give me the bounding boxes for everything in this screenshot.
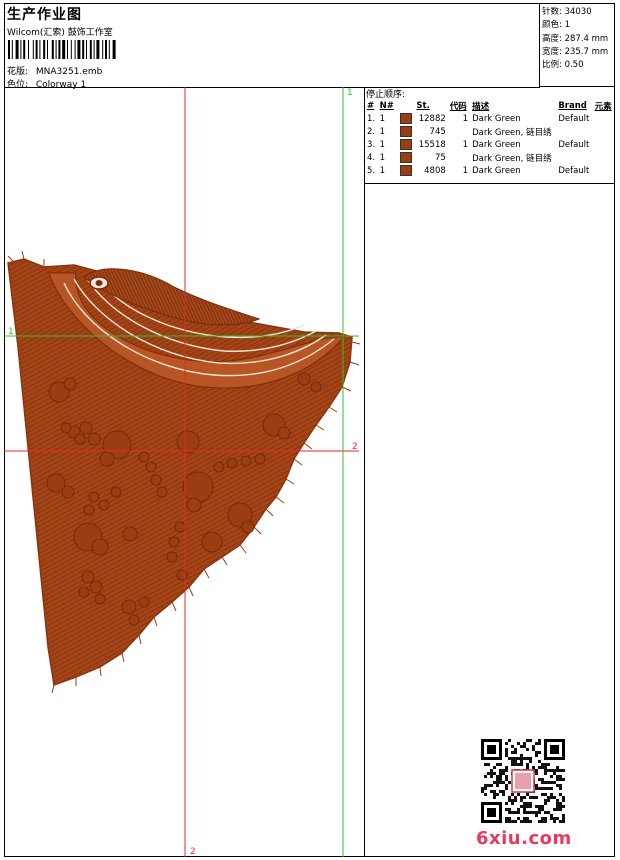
stats-panel: 针数: 34030 颜色: 1 高度: 287.4 mm 宽度: 235.7 m… xyxy=(539,3,615,87)
swatch-cell xyxy=(398,164,415,177)
sequence-row[interactable]: 1. 1 12882 1 Dark Green Default xyxy=(365,112,615,125)
stop-sequence-panel: 停止顺序: # N# St. 代码 描述 Brand 元素 1. 1 12882 1 Dark Gr… xyxy=(365,87,615,184)
sequence-element xyxy=(593,151,615,164)
swatch-cell xyxy=(398,138,415,151)
sequence-brand: Default xyxy=(558,113,590,124)
sequence-description: Dark Green xyxy=(472,113,521,124)
sequence-code: 1 xyxy=(462,113,469,124)
guide-label-v2: 2 xyxy=(190,847,196,857)
sequence-element xyxy=(593,138,615,151)
embroidery-design: 1 2 1 2 xyxy=(4,87,361,857)
qr-code xyxy=(481,739,565,823)
sequence-col-header xyxy=(398,99,415,112)
stat-colors: 颜色: 1 xyxy=(542,20,570,30)
sequence-row[interactable]: 3. 1 15518 1 Dark Green Default xyxy=(365,138,615,151)
swatch-cell xyxy=(398,112,415,125)
sequence-brand xyxy=(556,125,592,138)
sequence-needle: 1 xyxy=(379,113,386,124)
sequence-row[interactable]: 2. 1 745 Dark Green, 链目绣 xyxy=(365,125,615,138)
company-name: Wilcom(汇索) 鼓饰工作室 xyxy=(7,28,113,38)
sequence-index: 3. xyxy=(367,139,376,150)
barcode xyxy=(8,40,116,59)
sequence-index: 4. xyxy=(367,152,376,163)
design-fish-pupil xyxy=(95,280,103,286)
watermark-logo: 6xiu.com xyxy=(476,828,572,849)
swatch-cell xyxy=(398,125,415,138)
sequence-table: # N# St. 代码 描述 Brand 元素 1. 1 12882 1 Dark Green Def… xyxy=(365,99,615,177)
sequence-description: Dark Green xyxy=(472,165,521,176)
sequence-stitches: 75 xyxy=(434,152,446,163)
sequence-needle: 1 xyxy=(379,126,386,137)
guide-label-h2: 2 xyxy=(352,442,358,452)
pattern-value: MNA3251.emb xyxy=(35,67,103,77)
sequence-needle: 1 xyxy=(379,152,386,163)
sequence-col-header: 描述 xyxy=(472,101,490,112)
sequence-col-header: Brand xyxy=(558,100,587,111)
design-wedge xyxy=(7,258,353,687)
sequence-element xyxy=(593,112,615,125)
sequence-index: 1. xyxy=(367,113,376,124)
pattern-line: 花版: MNA3251.emb xyxy=(7,64,102,77)
sequence-col-header: N# xyxy=(379,100,394,111)
guide-label-v1: 1 xyxy=(347,88,353,98)
sequence-index: 5. xyxy=(367,165,376,176)
sequence-needle: 1 xyxy=(379,165,386,176)
sequence-header-row: # N# St. 代码 描述 Brand 元素 xyxy=(365,99,615,112)
color-swatch xyxy=(399,165,412,176)
sequence-col-header: St. xyxy=(416,100,430,111)
sequence-description: Dark Green, 链目绣 xyxy=(472,127,552,138)
stat-width: 宽度: 235.7 mm xyxy=(542,47,609,57)
sequence-col-header: 元素 xyxy=(594,101,612,112)
sequence-row[interactable]: 4. 1 75 Dark Green, 链目绣 xyxy=(365,151,615,164)
sequence-stitches: 12882 xyxy=(418,113,446,124)
pattern-label: 花版: xyxy=(7,67,29,77)
sequence-brand xyxy=(556,151,592,164)
color-swatch xyxy=(399,126,412,137)
sequence-description: Dark Green xyxy=(472,139,521,150)
sequence-code: 1 xyxy=(462,139,469,150)
color-swatch xyxy=(399,139,412,150)
sequence-row[interactable]: 5. 1 4808 1 Dark Green Default xyxy=(365,164,615,177)
sequence-brand: Default xyxy=(558,165,590,176)
color-swatch xyxy=(399,113,412,124)
sequence-col-header: # xyxy=(367,100,375,111)
sequence-needle: 1 xyxy=(379,139,386,150)
sequence-code xyxy=(448,151,470,164)
sequence-stitches: 15518 xyxy=(418,139,446,150)
sequence-stitches: 4808 xyxy=(424,165,446,176)
sequence-code xyxy=(448,125,470,138)
stat-stitches: 针数: 34030 xyxy=(542,7,592,17)
sequence-element xyxy=(593,164,615,177)
stat-scale: 比例: 0.50 xyxy=(542,60,584,70)
page-title: 生产作业图 xyxy=(7,7,82,23)
color-swatch xyxy=(399,152,412,163)
sequence-code: 1 xyxy=(462,165,469,176)
sequence-index: 2. xyxy=(367,126,376,137)
swatch-cell xyxy=(398,151,415,164)
stat-height: 高度: 287.4 mm xyxy=(542,34,609,44)
sequence-element xyxy=(593,125,615,138)
sequence-body: 1. 1 12882 1 Dark Green Default 2. 1 745 Dark Gre… xyxy=(365,112,615,177)
header-info: 生产作业图 Wilcom(汇索) 鼓饰工作室 花版: MNA3251.emb 色… xyxy=(4,3,540,90)
sequence-stitches: 745 xyxy=(429,126,446,137)
sequence-col-header: 代码 xyxy=(449,101,467,112)
guide-label-h1: 1 xyxy=(8,327,14,337)
sequence-brand: Default xyxy=(558,139,590,150)
design-preview: 1 2 1 2 xyxy=(4,87,365,857)
sequence-description: Dark Green, 链目绣 xyxy=(472,153,552,164)
